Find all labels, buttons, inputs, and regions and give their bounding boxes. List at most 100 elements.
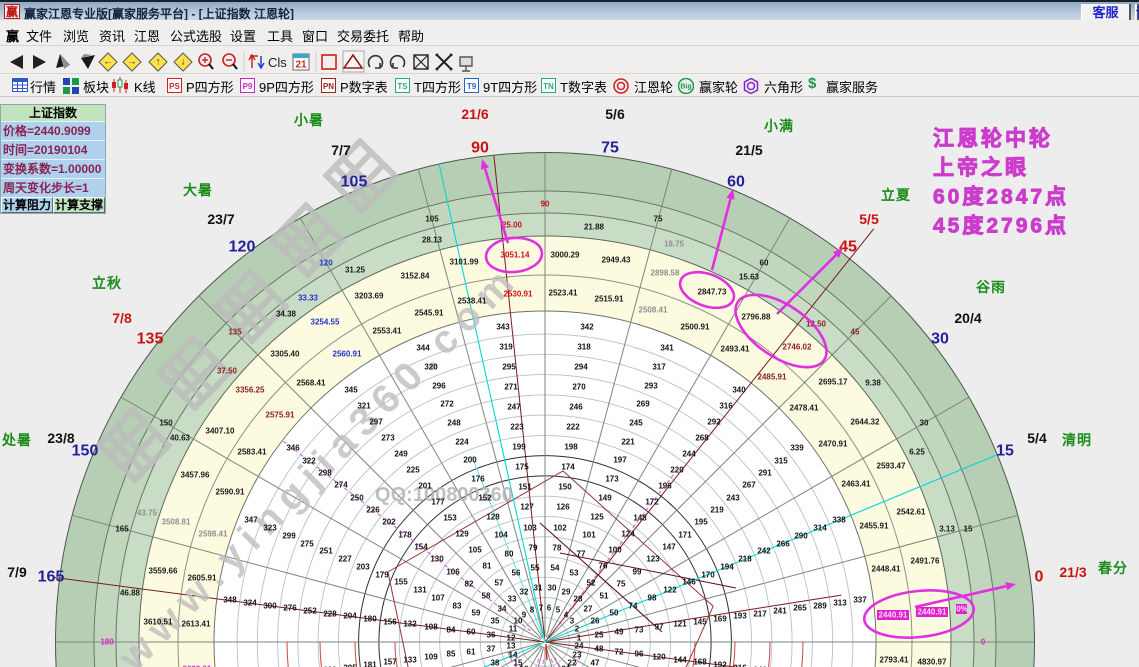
svg-text:72: 72 — [615, 648, 624, 657]
svg-text:3: 3 — [570, 617, 575, 626]
svg-text:179: 179 — [375, 571, 389, 580]
svg-text:56: 56 — [512, 569, 521, 578]
svg-text:9: 9 — [522, 611, 527, 620]
svg-text:293: 293 — [644, 382, 658, 391]
svg-text:处暑: 处暑 — [1, 432, 32, 448]
svg-text:320: 320 — [424, 363, 438, 372]
svg-text:60: 60 — [760, 259, 769, 268]
svg-text:2515.91: 2515.91 — [595, 295, 624, 304]
svg-text:18.75: 18.75 — [664, 240, 685, 249]
svg-text:→: → — [127, 57, 137, 68]
svg-text:274: 274 — [334, 481, 348, 490]
svg-text:2796.88: 2796.88 — [742, 313, 771, 322]
svg-text:156: 156 — [383, 618, 397, 627]
svg-text:90: 90 — [471, 140, 489, 157]
svg-text:322: 322 — [302, 457, 316, 466]
svg-text:61: 61 — [467, 648, 476, 657]
svg-text:150: 150 — [159, 419, 173, 428]
svg-text:176: 176 — [471, 475, 485, 484]
svg-text:342: 342 — [580, 323, 594, 332]
svg-text:241: 241 — [773, 607, 787, 616]
svg-text:252: 252 — [303, 607, 317, 616]
svg-text:4: 4 — [564, 611, 569, 620]
svg-text:0: 0 — [1035, 569, 1044, 586]
svg-text:60度2847点: 60度2847点 — [933, 185, 1069, 209]
svg-text:175: 175 — [515, 463, 529, 472]
svg-text:337: 337 — [853, 596, 867, 605]
svg-text:109: 109 — [424, 653, 438, 662]
svg-text:P9: P9 — [243, 82, 253, 91]
svg-text:谷雨: 谷雨 — [976, 279, 1006, 295]
svg-text:30: 30 — [920, 419, 929, 428]
svg-text:84: 84 — [447, 626, 456, 635]
svg-text:76: 76 — [599, 562, 608, 571]
svg-text:316: 316 — [719, 402, 733, 411]
svg-text:228: 228 — [323, 610, 337, 619]
svg-text:0: 0 — [981, 638, 986, 647]
svg-text:319: 319 — [499, 343, 513, 352]
svg-text:126: 126 — [556, 503, 570, 512]
svg-text:169: 169 — [713, 615, 727, 624]
svg-text:100: 100 — [608, 546, 622, 555]
svg-text:150: 150 — [558, 483, 572, 492]
svg-text:46.88: 46.88 — [120, 589, 141, 598]
svg-text:37.50: 37.50 — [217, 367, 238, 376]
svg-text:29: 29 — [562, 588, 571, 597]
svg-text:151: 151 — [518, 483, 532, 492]
svg-text:7/7: 7/7 — [331, 142, 351, 158]
svg-text:197: 197 — [613, 456, 627, 465]
svg-text:3559.66: 3559.66 — [149, 567, 178, 576]
svg-text:53: 53 — [570, 569, 579, 578]
svg-text:135: 135 — [137, 331, 164, 348]
svg-text:102: 102 — [553, 524, 567, 533]
svg-text:105: 105 — [425, 215, 439, 224]
svg-text:120: 120 — [229, 239, 256, 256]
svg-text:222: 222 — [566, 423, 580, 432]
svg-text:3152.84: 3152.84 — [401, 272, 430, 281]
svg-text:江恩轮中轮: 江恩轮中轮 — [933, 127, 1053, 151]
svg-text:180: 180 — [363, 615, 377, 624]
svg-text:171: 171 — [678, 531, 692, 540]
svg-text:2898.58: 2898.58 — [651, 269, 680, 278]
svg-text:105: 105 — [341, 174, 368, 191]
svg-text:90: 90 — [541, 200, 550, 209]
svg-text:107: 107 — [431, 594, 445, 603]
svg-text:120: 120 — [652, 653, 666, 662]
svg-text:2485.91: 2485.91 — [758, 373, 787, 382]
svg-text:50: 50 — [610, 609, 619, 618]
svg-text:340: 340 — [732, 386, 746, 395]
svg-text:249: 249 — [394, 450, 408, 459]
svg-text:271: 271 — [504, 383, 518, 392]
svg-text:128: 128 — [486, 513, 500, 522]
svg-text:3356.25: 3356.25 — [236, 386, 265, 395]
svg-text:298: 298 — [318, 469, 332, 478]
svg-text:34: 34 — [498, 605, 507, 614]
svg-text:122: 122 — [663, 586, 677, 595]
svg-text:立夏: 立夏 — [881, 187, 911, 203]
svg-text:6: 6 — [547, 604, 552, 613]
svg-text:23/7: 23/7 — [207, 211, 234, 227]
svg-text:小暑: 小暑 — [294, 112, 324, 128]
svg-text:315: 315 — [774, 457, 788, 466]
svg-text:106: 106 — [446, 568, 460, 577]
svg-text:105: 105 — [468, 546, 482, 555]
svg-text:32: 32 — [520, 588, 529, 597]
svg-text:小满: 小满 — [764, 118, 794, 134]
svg-text:2793.41: 2793.41 — [880, 656, 909, 665]
svg-text:193: 193 — [733, 612, 747, 621]
svg-text:181: 181 — [363, 661, 377, 667]
svg-text:217: 217 — [753, 610, 767, 619]
svg-text:199: 199 — [512, 443, 526, 452]
svg-text:178: 178 — [398, 531, 412, 540]
svg-text:85: 85 — [447, 650, 456, 659]
svg-text:31: 31 — [534, 584, 543, 593]
svg-text:21/5: 21/5 — [735, 142, 762, 158]
svg-text:132: 132 — [403, 620, 417, 629]
svg-text:180: 180 — [100, 638, 114, 647]
svg-text:45: 45 — [839, 239, 857, 256]
svg-text:2440.91: 2440.91 — [918, 608, 947, 617]
svg-text:202: 202 — [382, 518, 396, 527]
svg-text:3000.29: 3000.29 — [551, 251, 580, 260]
svg-text:324: 324 — [243, 599, 257, 608]
svg-text:2605.91: 2605.91 — [188, 574, 217, 583]
